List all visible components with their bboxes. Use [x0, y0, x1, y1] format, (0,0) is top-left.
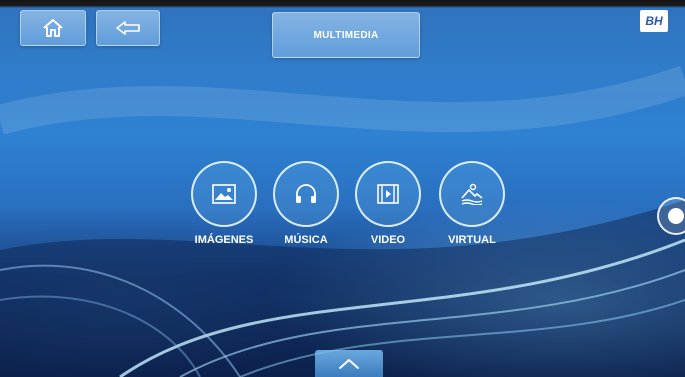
- landscape-icon: [461, 183, 483, 205]
- brand-logo-text: BH: [645, 14, 663, 28]
- menu-circle[interactable]: [191, 161, 257, 227]
- menu-circle[interactable]: [273, 161, 339, 227]
- bottom-drawer-button[interactable]: [315, 350, 383, 377]
- page-title-text: MULTIMEDIA: [313, 29, 379, 41]
- back-button[interactable]: [96, 10, 160, 46]
- home-button[interactable]: [20, 10, 86, 46]
- home-icon: [43, 19, 63, 37]
- menu-circle[interactable]: [439, 161, 505, 227]
- menu-label: VIRTUAL: [448, 234, 496, 246]
- side-handle-icon: [668, 208, 684, 224]
- back-arrow-icon: [116, 21, 140, 35]
- page-title: MULTIMEDIA: [272, 12, 420, 58]
- video-icon: [377, 184, 399, 204]
- headphones-icon: [296, 184, 316, 203]
- monitor-bezel: [0, 0, 685, 8]
- brand-logo: BH: [640, 10, 668, 32]
- menu-circle[interactable]: [355, 161, 421, 227]
- chevron-up-icon: [339, 358, 359, 369]
- image-icon: [212, 184, 236, 204]
